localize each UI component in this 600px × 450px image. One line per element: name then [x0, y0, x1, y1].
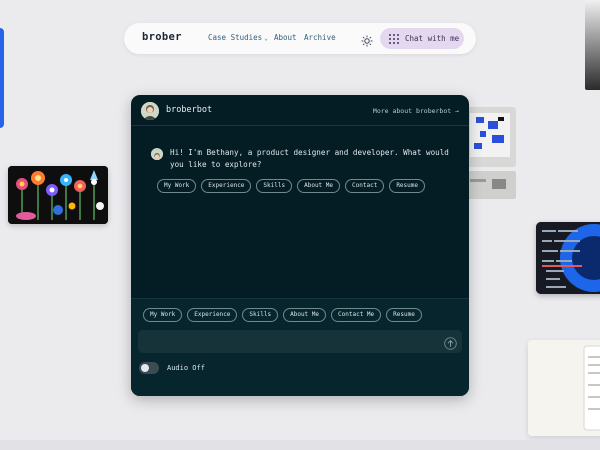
- chat-with-me-button[interactable]: Chat with me: [380, 28, 464, 49]
- retro-computer-illustration[interactable]: [462, 105, 518, 203]
- suggestion-chip-my-work[interactable]: My Work: [157, 179, 197, 193]
- chat-with-me-label: Chat with me: [405, 34, 460, 43]
- chatbot-window: broberbot More about broberbot → Hi! I'm…: [131, 95, 469, 396]
- brand-logo[interactable]: brober: [142, 31, 182, 43]
- avatar: [141, 102, 159, 120]
- audio-toggle[interactable]: [139, 362, 159, 374]
- message-avatar: [151, 148, 163, 160]
- quick-action-my-work[interactable]: My Work: [143, 308, 183, 322]
- audio-toggle-knob: [141, 364, 149, 372]
- nav-about[interactable]: About: [274, 33, 297, 42]
- chevron-down-icon: ⌄: [264, 35, 268, 42]
- more-about-link[interactable]: More about broberbot →: [373, 107, 459, 115]
- quick-action-about-me[interactable]: About Me: [283, 308, 327, 322]
- suggestion-chip-contact[interactable]: Contact: [345, 179, 385, 193]
- document-preview-card[interactable]: [528, 340, 600, 436]
- audio-label: Audio Off: [167, 364, 205, 372]
- quick-action-chips: My Work Experience Skills About Me Conta…: [143, 308, 422, 322]
- sun-icon[interactable]: [361, 32, 373, 47]
- dark-card-edge: [585, 0, 600, 90]
- suggestion-chip-about-me[interactable]: About Me: [297, 179, 341, 193]
- nav-case-studies-label: Case Studies: [208, 33, 263, 42]
- code-editor-card[interactable]: [536, 222, 600, 294]
- nav-case-studies[interactable]: Case Studies ⌄: [208, 33, 268, 42]
- send-arrow-icon[interactable]: [444, 335, 457, 350]
- chat-header: broberbot More about broberbot →: [131, 95, 469, 126]
- page-floor: [0, 440, 600, 450]
- chat-input[interactable]: [138, 330, 462, 353]
- suggestion-chip-skills[interactable]: Skills: [256, 179, 293, 193]
- quick-action-experience[interactable]: Experience: [187, 308, 238, 322]
- suggestion-chip-experience[interactable]: Experience: [201, 179, 252, 193]
- document-preview-icon: [528, 340, 600, 436]
- suggestion-chips: My Work Experience Skills About Me Conta…: [157, 179, 425, 193]
- suggestion-chip-resume[interactable]: Resume: [389, 179, 425, 193]
- quick-action-contact-me[interactable]: Contact Me: [331, 308, 382, 322]
- bot-name: broberbot: [166, 105, 213, 115]
- code-editor-icon: [536, 222, 600, 294]
- retro-computer-icon: [464, 107, 516, 199]
- grid-icon: [389, 33, 399, 44]
- flower-illustration-card[interactable]: [8, 166, 108, 224]
- blue-card-edge: [0, 28, 4, 128]
- quick-action-resume[interactable]: Resume: [386, 308, 422, 322]
- top-navigation: brober Case Studies ⌄ About Archive Chat …: [124, 23, 476, 54]
- bot-message: Hi! I'm Bethany, a product designer and …: [170, 148, 449, 169]
- flower-illustration: [8, 166, 108, 224]
- nav-archive[interactable]: Archive: [304, 33, 336, 42]
- quick-action-skills[interactable]: Skills: [242, 308, 279, 322]
